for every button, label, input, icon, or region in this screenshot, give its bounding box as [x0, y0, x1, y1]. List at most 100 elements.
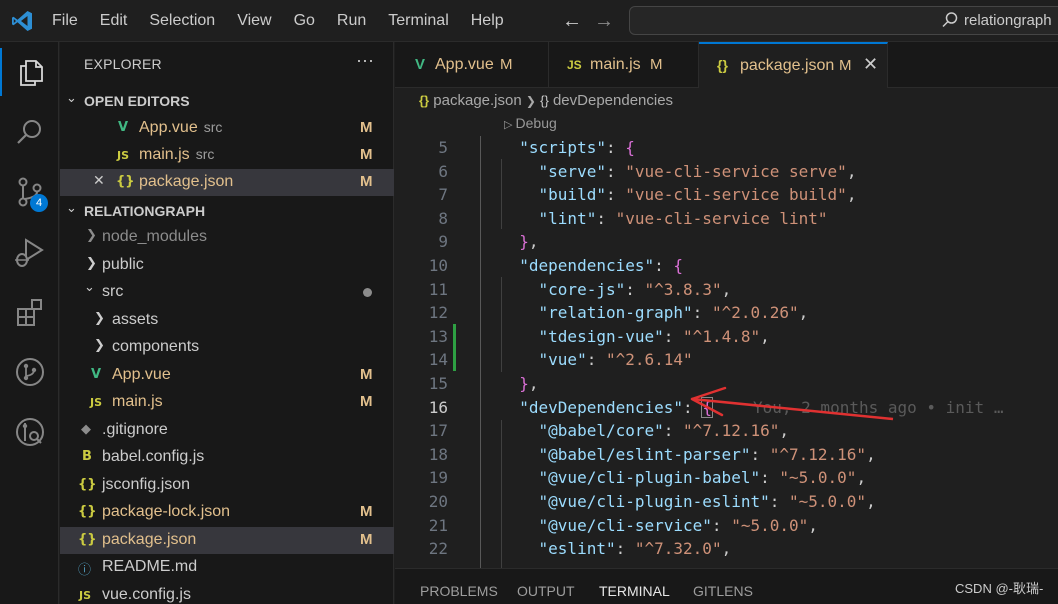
tree-item-package-json[interactable]: {} package.json M	[60, 527, 394, 554]
codelens-debug[interactable]: ▷ Debug	[504, 115, 557, 131]
breadcrumb-section[interactable]: devDependencies	[553, 92, 673, 109]
code-text: "relation-graph": "^2.0.26",	[538, 303, 809, 323]
tree-item-main-js[interactable]: JS main.js M	[60, 389, 394, 416]
editor-area: V App.vue M JS main.js M {} package.json…	[395, 42, 1058, 604]
tab-terminal[interactable]: TERMINAL	[599, 583, 670, 599]
explorer-title: EXPLORER	[84, 56, 162, 72]
code-line[interactable]: 21 "@vue/cli-service": "~5.0.0",	[395, 516, 1058, 540]
code-line[interactable]: 22 "eslint": "^7.32.0",	[395, 539, 1058, 563]
command-center-search[interactable]: relationgraph	[629, 6, 1058, 35]
gitlens-activity-button[interactable]	[0, 408, 59, 456]
chevron-down-icon: ⌄	[84, 279, 95, 294]
tree-item-assets[interactable]: ❯ assets	[60, 307, 394, 334]
code-text: "@vue/cli-service": "~5.0.0",	[538, 515, 818, 535]
tree-item-gitignore[interactable]: ◆ .gitignore	[60, 417, 394, 444]
code-line[interactable]: 13 "tdesign-vue": "^1.4.8",	[395, 327, 1058, 351]
editor-tabs: V App.vue M JS main.js M {} package.json…	[395, 42, 1058, 88]
menu-file[interactable]: File	[52, 12, 78, 30]
code-line[interactable]: 6 "serve": "vue-cli-service serve",	[395, 162, 1058, 186]
annotation-arrow-icon	[690, 386, 894, 421]
explorer-sidebar: EXPLORER ··· ⌄ OPEN EDITORS V App.vue src…	[60, 42, 394, 604]
code-line[interactable]: 9 },	[395, 232, 1058, 256]
menu-bar: File Edit Selection View Go Run Terminal…	[52, 0, 526, 42]
folder-name: node_modules	[102, 228, 207, 245]
tab-label: main.js	[590, 56, 641, 73]
json-file-icon: {}	[78, 477, 97, 492]
open-editor-item-package-json[interactable]: ✕ {} package.json M	[60, 169, 394, 196]
tree-item-components[interactable]: ❯ components	[60, 334, 394, 361]
code-line[interactable]: 8 "lint": "vue-cli-service lint"	[395, 209, 1058, 233]
source-control-activity-button[interactable]	[0, 168, 59, 216]
tree-item-app-vue[interactable]: V App.vue M	[60, 362, 394, 389]
open-editors-header[interactable]: ⌄ OPEN EDITORS	[60, 87, 394, 114]
open-editor-item-main-js[interactable]: JS main.js src M	[60, 142, 394, 169]
explorer-activity-button[interactable]	[0, 48, 59, 96]
tab-output[interactable]: OUTPUT	[517, 583, 575, 599]
folder-name: public	[102, 256, 144, 273]
code-text: "vue": "^2.6.14"	[538, 350, 693, 370]
extensions-activity-button[interactable]	[0, 288, 59, 336]
chevron-right-icon: ❯	[94, 310, 105, 325]
git-file-icon: ◆	[81, 422, 91, 437]
file-name: main.js	[139, 146, 190, 163]
tree-item-vue-config[interactable]: JS vue.config.js	[60, 582, 394, 604]
json-file-icon: {}	[78, 532, 97, 547]
code-line[interactable]: 20 "@vue/cli-plugin-eslint": "~5.0.0",	[395, 492, 1058, 516]
tab-gitlens[interactable]: GITLENS	[693, 583, 753, 599]
back-arrow-icon[interactable]: ←	[562, 10, 582, 33]
line-number: 22	[428, 539, 448, 559]
tab-problems[interactable]: PROBLEMS	[420, 583, 498, 599]
line-number: 13	[428, 326, 448, 346]
run-debug-activity-button[interactable]	[0, 228, 59, 276]
modified-status: M	[360, 119, 373, 136]
code-line[interactable]: 10 "dependencies": {	[395, 256, 1058, 280]
tree-item-src[interactable]: ⌄ src	[60, 279, 394, 306]
menu-help[interactable]: Help	[471, 12, 504, 30]
code-text: "@vue/cli-plugin-eslint": "~5.0.0",	[538, 492, 876, 511]
tree-item-jsconfig[interactable]: {} jsconfig.json	[60, 472, 394, 499]
run-debug-icon	[14, 238, 44, 267]
babel-file-icon: B	[82, 449, 92, 464]
chevron-down-icon: ⌄	[66, 90, 77, 105]
forward-arrow-icon[interactable]: →	[594, 10, 614, 33]
code-line[interactable]: 5 "scripts": {	[395, 138, 1058, 162]
tab-app-vue[interactable]: V App.vue M	[395, 42, 549, 88]
project-header[interactable]: ⌄ RELATIONGRAPH	[60, 197, 394, 224]
menu-selection[interactable]: Selection	[149, 12, 215, 30]
tree-item-public[interactable]: ❯ public	[60, 252, 394, 279]
more-actions-icon[interactable]: ···	[356, 50, 374, 71]
git-graph-activity-button[interactable]	[0, 348, 59, 396]
close-icon[interactable]: ✕	[93, 173, 105, 189]
menu-edit[interactable]: Edit	[100, 12, 128, 30]
line-number: 18	[428, 444, 448, 464]
code-line[interactable]: 18 "@babel/eslint-parser": "^7.12.16",	[395, 445, 1058, 469]
code-line[interactable]: 19 "@vue/cli-plugin-babel": "~5.0.0",	[395, 468, 1058, 492]
close-tab-icon[interactable]: ✕	[863, 54, 878, 75]
file-name: jsconfig.json	[102, 476, 191, 493]
code-line[interactable]: 11 "core-js": "^3.8.3",	[395, 280, 1058, 304]
code-line[interactable]: 7 "build": "vue-cli-service build",	[395, 185, 1058, 209]
tree-item-readme[interactable]: ⓘ README.md	[60, 554, 394, 581]
tree-item-babel-config[interactable]: B babel.config.js	[60, 444, 394, 471]
modified-status: M	[360, 366, 373, 383]
modified-dot-icon	[363, 288, 372, 297]
code-line[interactable]: 14 "vue": "^2.6.14"	[395, 350, 1058, 374]
chevron-right-icon: ❯	[86, 227, 97, 242]
file-name: babel.config.js	[102, 448, 205, 465]
open-editor-item-app-vue[interactable]: V App.vue src M	[60, 115, 394, 142]
code-text: "lint": "vue-cli-service lint"	[538, 208, 828, 228]
folder-name: assets	[112, 311, 159, 328]
tab-main-js[interactable]: JS main.js M	[549, 42, 699, 88]
menu-view[interactable]: View	[237, 12, 271, 30]
code-line[interactable]: 12 "relation-graph": "^2.0.26",	[395, 303, 1058, 327]
tree-item-package-lock[interactable]: {} package-lock.json M	[60, 499, 394, 526]
code-editor[interactable]: ▷ Debug 5 "scripts": {6 "serve": "vue-cl…	[395, 112, 1058, 576]
menu-terminal[interactable]: Terminal	[388, 12, 448, 30]
tree-item-node-modules[interactable]: ❯ node_modules	[60, 224, 394, 251]
menu-go[interactable]: Go	[294, 12, 315, 30]
search-activity-button[interactable]	[0, 108, 59, 156]
file-name: .gitignore	[102, 421, 168, 438]
tab-package-json[interactable]: {} package.json M ✕	[699, 42, 888, 88]
menu-run[interactable]: Run	[337, 12, 366, 30]
breadcrumb-file[interactable]: package.json	[433, 92, 521, 109]
